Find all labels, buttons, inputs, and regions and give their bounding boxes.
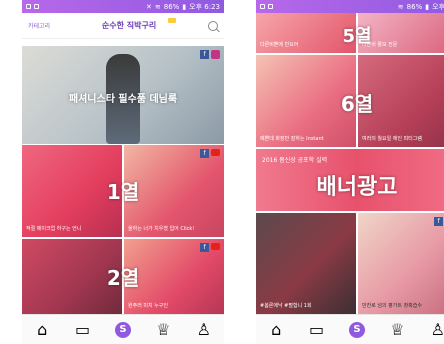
row-label-6: 6열 — [340, 92, 374, 116]
tile-caption: 예쁜데 화장만 잘하는 Instant — [260, 136, 324, 142]
hero-tile[interactable]: f 패셔니스타 필수품 데님룩 — [22, 46, 224, 144]
tile-7-1[interactable]: #봄론에낙 #펄합니 1회 — [256, 213, 356, 314]
tile-caption: 원주러 미치 누구인 — [128, 303, 168, 309]
tile-caption: 만찬로 넘의 평가트 창혹습수 — [362, 303, 422, 309]
mute-icon: ✕ — [146, 2, 152, 11]
home-icon[interactable]: ⌂ — [34, 320, 50, 339]
row-label-5: 5열 — [342, 26, 372, 47]
banner-label: 배너광고 — [316, 175, 398, 200]
notification-icon — [260, 4, 265, 9]
battery-percent: 86% — [406, 2, 423, 11]
facebook-icon: f — [200, 50, 209, 59]
youtube-icon — [211, 243, 220, 250]
clock: 오후 6:23 — [189, 2, 220, 11]
wifi-icon: ≋ — [397, 2, 404, 11]
new-badge — [168, 18, 176, 23]
row-label-2: 2열 — [106, 266, 140, 290]
banner-ad[interactable]: 2016 봄신상 공포학 실력 배너광고 — [256, 149, 444, 211]
profile-icon[interactable]: ♙ — [430, 320, 444, 339]
app-title: 순수한 직박구리 — [101, 21, 157, 30]
tile-caption: 울하는 너가 치우쳤 입어 Click! — [128, 226, 195, 232]
folder-icon[interactable]: ▭ — [309, 320, 325, 339]
tile-7-2[interactable]: f 만찬로 넘의 평가트 창혹습수 — [358, 213, 444, 314]
clock: 오후 1: — [432, 2, 444, 11]
battery-percent: 86% — [163, 2, 180, 11]
tile-caption: #봄론에낙 #펄합니 1회 — [260, 303, 312, 309]
phone-left-screen: ✕ ≋ 86% ▮ 오후 6:23 카테고리 순수한 직박구리 f 패셔니스타 … — [22, 0, 224, 344]
category-link[interactable]: 카테고리 — [28, 21, 50, 30]
gallery-icon — [268, 4, 273, 9]
phone-right-screen: ≋ 86% ▮ 오후 1: 다른비쁜에 반요어 다른비 활보 전문 5열 예쁜데… — [256, 0, 444, 344]
profile-icon[interactable]: ♙ — [196, 320, 212, 339]
wifi-icon: ≋ — [154, 2, 161, 11]
app-header: 카테고리 순수한 직박구리 — [22, 13, 224, 39]
folder-icon[interactable]: ▭ — [75, 320, 91, 339]
hero-caption: 패셔니스타 필수품 데님룩 — [68, 94, 178, 105]
s-logo-icon[interactable]: S — [114, 321, 131, 338]
bottom-nav: ⌂ ▭ S ♕ ♙ — [256, 314, 444, 344]
tile-caption: 여러의 월요일 에인 피티그램 — [362, 136, 422, 142]
tile-caption: 적절 메이크업 하구는 언니 — [26, 226, 82, 232]
row-label-1: 1열 — [106, 180, 140, 204]
instagram-icon — [211, 50, 220, 59]
s-logo-icon[interactable]: S — [348, 321, 365, 338]
notification-icon — [26, 4, 31, 9]
trophy-icon[interactable]: ♕ — [389, 320, 405, 339]
home-icon[interactable]: ⌂ — [268, 320, 284, 339]
status-bar: ✕ ≋ 86% ▮ 오후 6:23 — [22, 0, 224, 13]
youtube-icon — [211, 149, 220, 156]
facebook-icon: f — [200, 243, 209, 252]
status-bar: ≋ 86% ▮ 오후 1: — [256, 0, 444, 13]
gallery-icon — [34, 4, 39, 9]
facebook-icon: f — [434, 217, 443, 226]
battery-icon: ▮ — [425, 2, 430, 11]
battery-icon: ▮ — [182, 2, 187, 11]
facebook-icon: f — [200, 149, 209, 158]
bottom-nav: ⌂ ▭ S ♕ ♙ — [22, 314, 224, 344]
banner-subtitle: 2016 봄신상 공포학 실력 — [262, 157, 328, 164]
search-icon[interactable] — [208, 20, 218, 31]
trophy-icon[interactable]: ♕ — [155, 320, 171, 339]
